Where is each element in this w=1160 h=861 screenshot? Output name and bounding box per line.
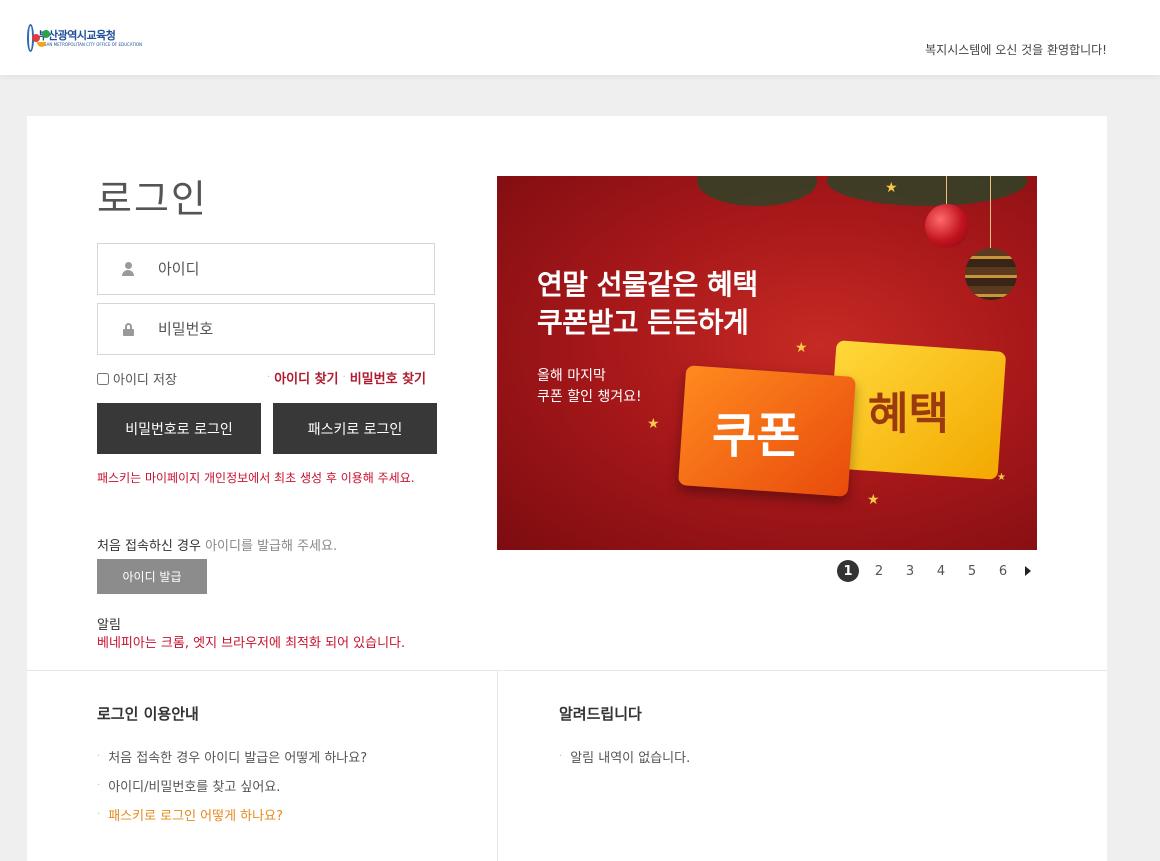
pager-page-3[interactable]: 3 <box>899 560 921 582</box>
notice-text: 베네피아는 크롬, 엣지 브라우저에 최적화 되어 있습니다. <box>97 636 406 651</box>
star-icon: ★ <box>885 180 898 196</box>
remember-id[interactable]: 아이디 저장 <box>97 369 177 388</box>
section-divider <box>497 670 498 861</box>
list-item-label: 처음 접속한 경우 아이디 발급은 어떻게 하나요? <box>108 751 368 766</box>
notices-list: · 알림 내역이 없습니다. <box>559 742 690 771</box>
star-icon: ★ <box>867 492 880 508</box>
banner-headline: 연말 선물같은 혜택 쿠폰받고 든든하게 <box>537 266 758 342</box>
login-card: 로그인 아이디 저장 · 아이디 찾기 · 비밀번호 찾기 비밀번호로 로그인 … <box>27 116 1107 861</box>
list-item[interactable]: · 아이디/비밀번호를 찾고 싶어요. <box>97 771 367 800</box>
pager-page-1[interactable]: 1 <box>837 560 859 582</box>
red-ornament-icon <box>925 204 969 248</box>
logo[interactable]: 부산광역시교육청 BUSAN METROPOLITAN CITY OFFICE … <box>27 22 142 54</box>
remember-id-label: 아이디 저장 <box>113 373 177 388</box>
banner-pagination: 1 2 3 4 5 6 <box>837 560 1031 582</box>
gold-ornament-icon <box>965 248 1017 300</box>
benefit-ticket-label: 혜택 <box>868 388 949 440</box>
list-item: · 알림 내역이 없습니다. <box>559 742 690 771</box>
page-title: 로그인 <box>97 177 208 221</box>
login-guide-list: · 처음 접속한 경우 아이디 발급은 어떻게 하나요? · 아이디/비밀번호를 찾… <box>97 742 367 829</box>
welcome-message: 복지시스템에 오신 것을 환영합니다! <box>925 43 1107 57</box>
logo-title: 부산광역시교육청 <box>38 28 116 42</box>
issue-id-button[interactable]: 아이디 발급 <box>97 559 207 594</box>
find-password-link[interactable]: 비밀번호 찾기 <box>350 368 426 387</box>
notices-title: 알려드립니다 <box>559 705 642 723</box>
header: 부산광역시교육청 BUSAN METROPOLITAN CITY OFFICE … <box>0 0 1160 75</box>
pine-branch-decoration <box>827 176 1027 206</box>
bullet-icon: · <box>97 780 101 791</box>
lock-icon <box>98 322 158 336</box>
id-input[interactable] <box>158 260 418 278</box>
star-icon: ★ <box>647 416 660 432</box>
first-access-label: 처음 접속하신 경우 <box>97 539 201 554</box>
star-icon: ★ <box>795 340 808 356</box>
password-input[interactable] <box>158 320 418 338</box>
passkey-login-button[interactable]: 패스키로 로그인 <box>273 403 437 454</box>
list-item-label: 패스키로 로그인 어떻게 하나요? <box>108 809 283 824</box>
banner-headline-line-1: 연말 선물같은 혜택 <box>537 268 758 301</box>
section-divider <box>27 670 1107 671</box>
bullet-icon: · <box>97 809 101 820</box>
pager-page-2[interactable]: 2 <box>868 560 890 582</box>
first-access-hint: 아이디를 발급해 주세요. <box>205 539 338 554</box>
logo-emblem-icon <box>27 24 50 52</box>
notice-label: 알림 <box>97 618 121 633</box>
login-guide-title: 로그인 이용안내 <box>97 705 199 723</box>
promo-banner[interactable]: ★ ★ ★ ★ ★ 연말 선물같은 혜택 쿠폰받고 든든하게 올해 마지막 쿠폰… <box>497 176 1037 550</box>
find-links: · 아이디 찾기 · 비밀번호 찾기 <box>263 368 426 387</box>
link-separator: · <box>267 372 271 383</box>
list-item-label: 아이디/비밀번호를 찾고 싶어요. <box>108 780 281 795</box>
coupon-ticket-label: 쿠폰 <box>711 408 801 465</box>
first-access-text: 처음 접속하신 경우 아이디를 발급해 주세요. <box>97 535 337 554</box>
password-login-button[interactable]: 비밀번호로 로그인 <box>97 403 261 454</box>
logo-text: 부산광역시교육청 BUSAN METROPOLITAN CITY OFFICE … <box>38 29 142 48</box>
banner-subtext-line-1: 올해 마지막 <box>537 368 606 384</box>
list-item[interactable]: · 패스키로 로그인 어떻게 하나요? <box>97 800 367 829</box>
list-item-label: 알림 내역이 없습니다. <box>570 751 691 766</box>
find-id-link[interactable]: 아이디 찾기 <box>274 368 338 387</box>
logo-subtitle: BUSAN METROPOLITAN CITY OFFICE OF EDUCAT… <box>38 41 142 47</box>
passkey-note: 패스키는 마이페이지 개인정보에서 최초 생성 후 이용해 주세요. <box>97 471 415 485</box>
next-arrow-icon[interactable] <box>1025 566 1031 576</box>
bullet-icon: · <box>97 751 101 762</box>
banner-subtext: 올해 마지막 쿠폰 할인 챙겨요! <box>537 366 642 408</box>
banner-headline-line-2: 쿠폰받고 든든하게 <box>537 306 749 339</box>
list-item[interactable]: · 처음 접속한 경우 아이디 발급은 어떻게 하나요? <box>97 742 367 771</box>
user-icon <box>98 262 158 276</box>
pager-page-5[interactable]: 5 <box>961 560 983 582</box>
star-icon: ★ <box>997 472 1006 483</box>
password-field <box>97 303 435 355</box>
banner-subtext-line-2: 쿠폰 할인 챙겨요! <box>537 389 642 405</box>
pager-page-6[interactable]: 6 <box>992 560 1014 582</box>
remember-id-checkbox[interactable] <box>97 372 109 385</box>
bullet-icon: · <box>559 751 563 762</box>
id-field <box>97 243 435 295</box>
pager-page-4[interactable]: 4 <box>930 560 952 582</box>
link-separator: · <box>342 372 346 383</box>
benefit-ticket: 혜택 <box>827 340 1007 480</box>
coupon-ticket: 쿠폰 <box>678 365 856 497</box>
pine-branch-decoration <box>697 176 817 206</box>
